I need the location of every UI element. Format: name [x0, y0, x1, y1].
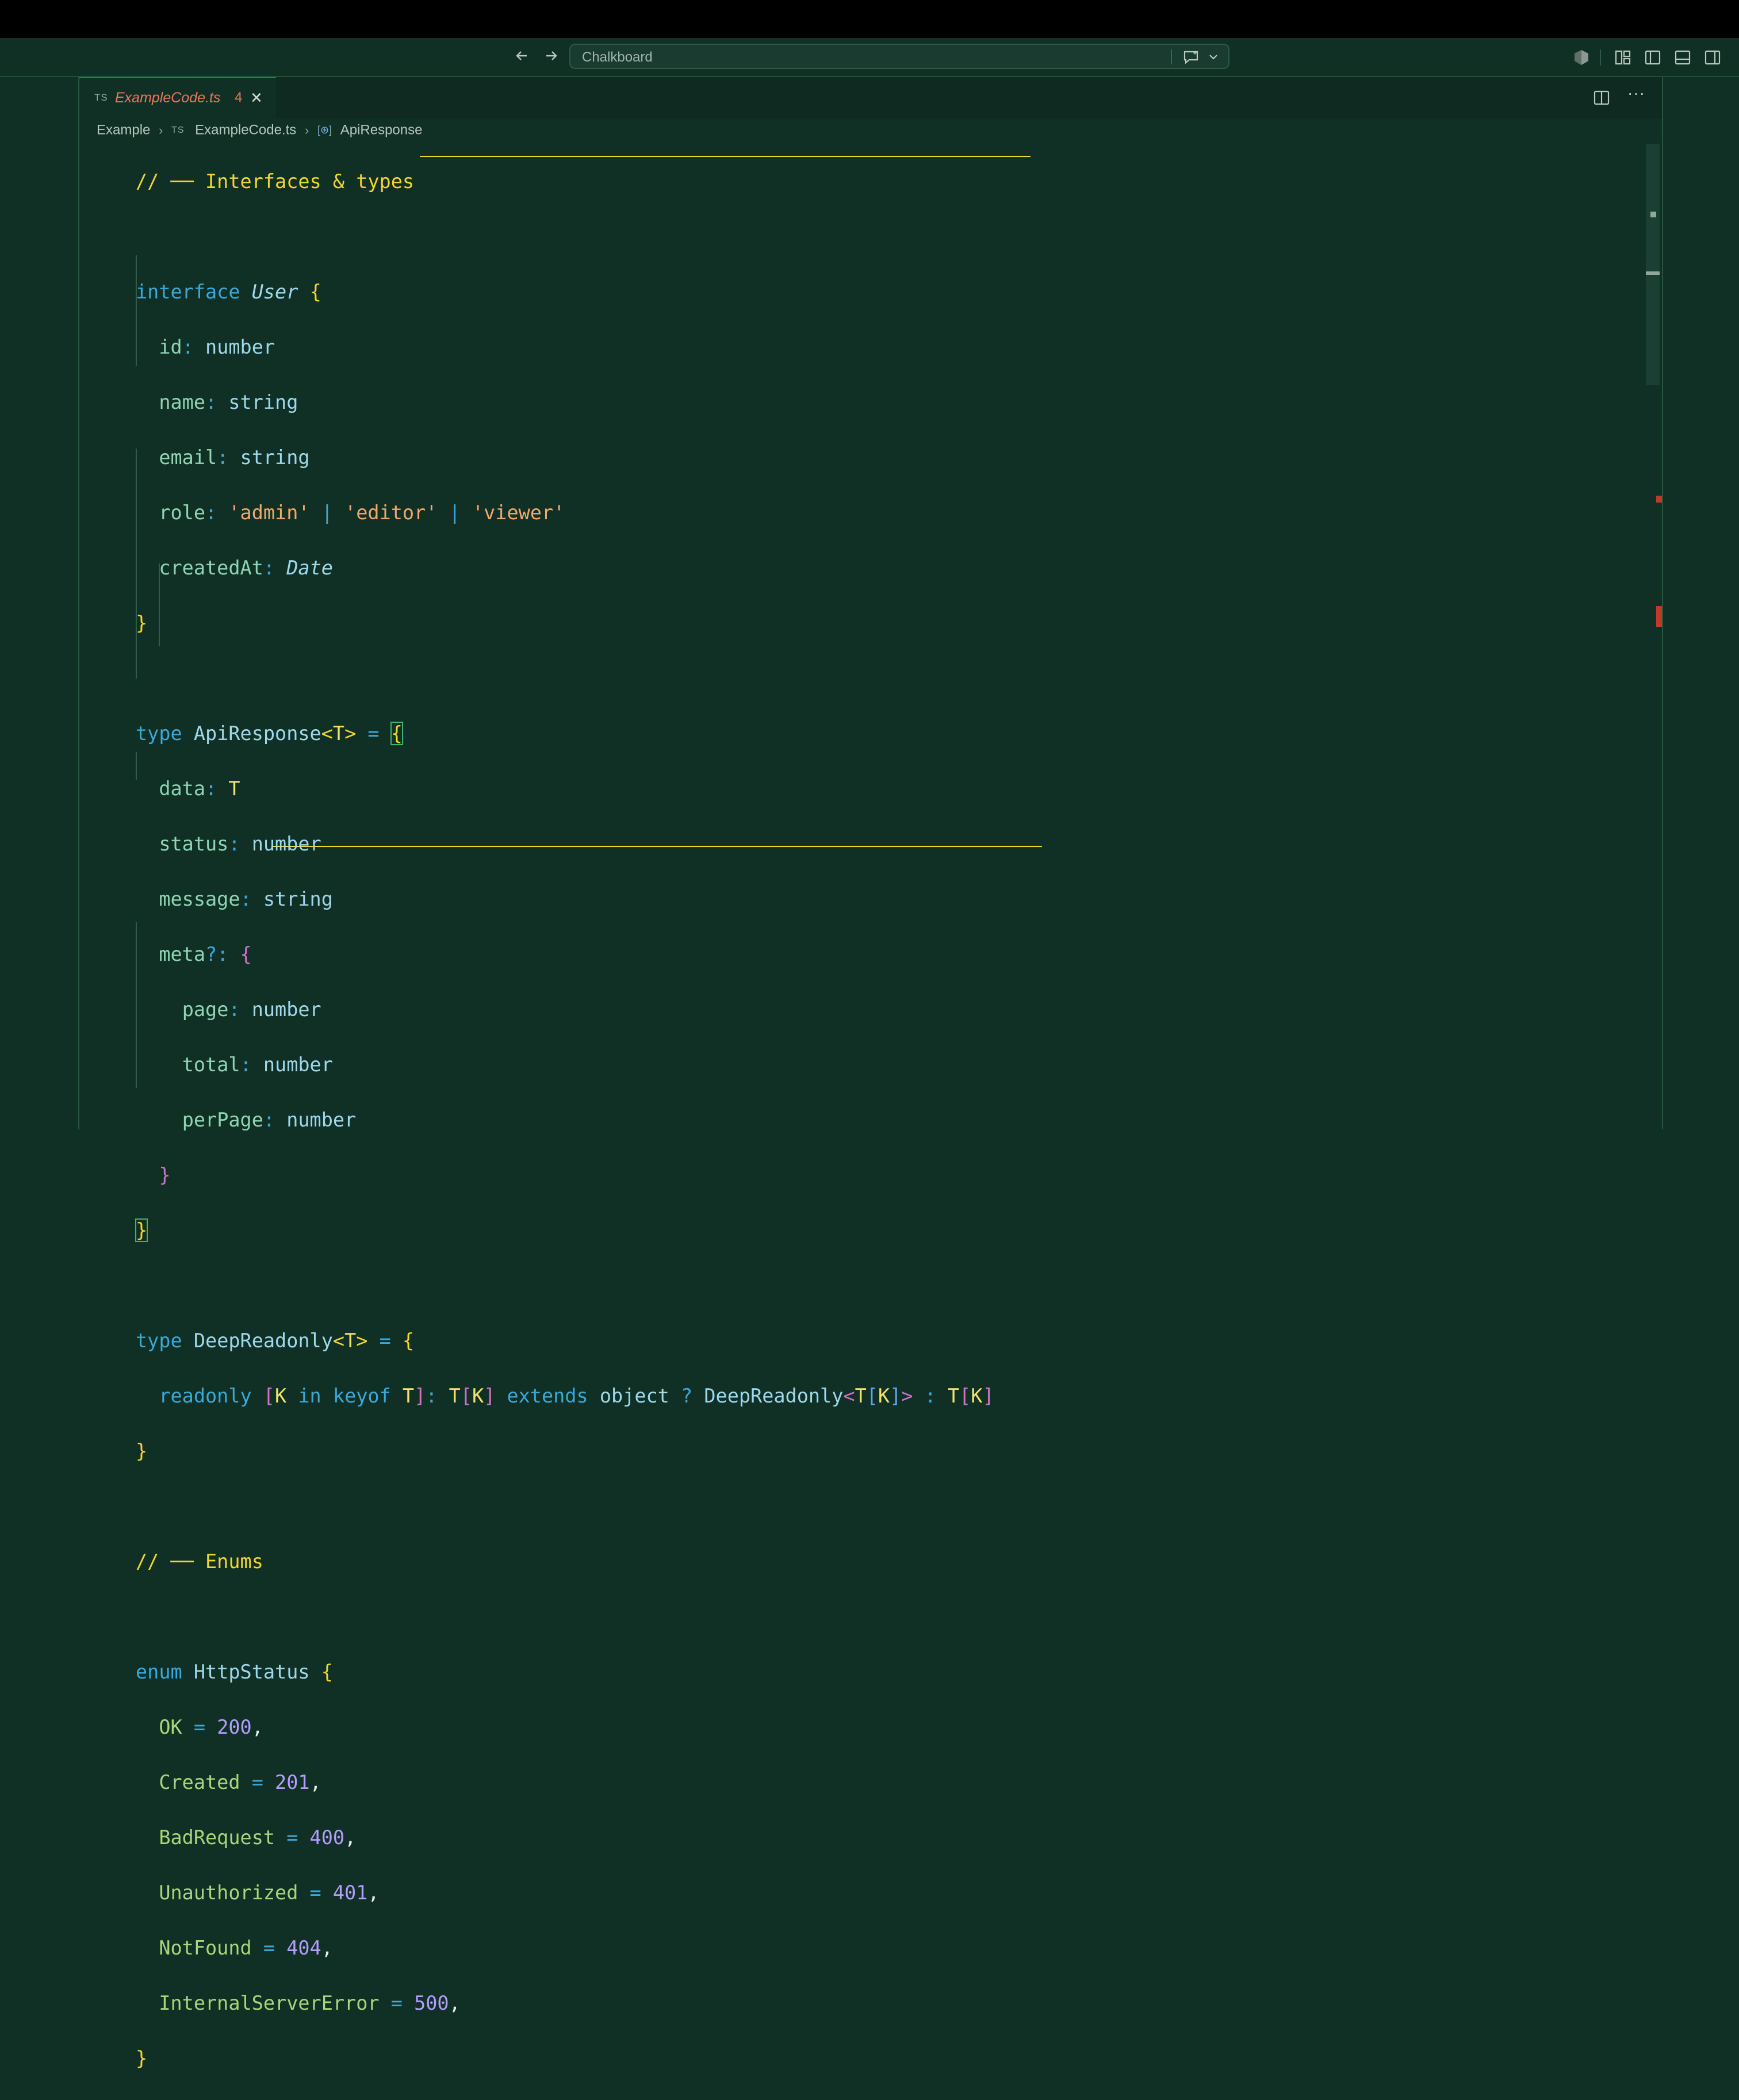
code-line: Unauthorized = 401, [159, 1881, 380, 1904]
breadcrumb-symbol[interactable]: ApiResponse [340, 122, 423, 138]
arrow-left-icon[interactable] [513, 47, 530, 69]
problem-count-badge: 4 [235, 90, 243, 105]
code-line: name: string [159, 391, 298, 413]
error-marker [1656, 496, 1662, 503]
toggle-panel-icon[interactable] [1673, 48, 1692, 67]
breadcrumb-folder[interactable]: Example [97, 122, 150, 138]
editor-border [1662, 77, 1663, 1129]
customize-layout-icon[interactable] [1614, 48, 1632, 67]
title-bar: Chalkboard [0, 38, 1739, 77]
code-line: type DeepReadonly<T> = { [136, 1329, 415, 1352]
copilot-chat-icon[interactable] [1181, 48, 1202, 66]
code-line: createdAt: Date [159, 557, 333, 579]
search-text: Chalkboard [582, 49, 653, 65]
tab-label: ExampleCode.ts [115, 90, 221, 106]
code-line: BadRequest = 400, [159, 1826, 357, 1849]
vertical-scrollbar[interactable] [1646, 144, 1660, 385]
code-line: } [159, 1164, 171, 1186]
code-line: // ── Interfaces & types [136, 170, 415, 193]
editor-border [78, 77, 79, 1129]
code-line: } [135, 1218, 148, 1242]
code-line: role: 'admin' | 'editor' | 'viewer' [159, 501, 565, 524]
more-actions-icon[interactable]: ··· [1627, 84, 1645, 102]
command-center-search[interactable]: Chalkboard [569, 44, 1229, 69]
toggle-secondary-sidebar-icon[interactable] [1703, 48, 1722, 67]
error-marker [1656, 606, 1662, 627]
typescript-file-icon: TS [171, 125, 185, 135]
code-line: meta?: { [159, 943, 252, 965]
breadcrumb-file[interactable]: ExampleCode.ts [195, 122, 296, 138]
code-line: } [136, 612, 148, 634]
typescript-file-icon: TS [94, 92, 108, 103]
minimap-cursor-marker [1646, 271, 1660, 275]
chevron-down-icon[interactable] [1206, 48, 1220, 66]
tab-examplecode[interactable]: TS ExampleCode.ts 4 × [79, 77, 276, 118]
code-line: message: string [159, 888, 333, 910]
code-line: page: number [182, 998, 321, 1021]
code-line: // ── Enums [136, 1550, 263, 1573]
symbol-type-icon: [⊛] [317, 124, 332, 136]
code-line: type ApiResponse<T> = { [136, 722, 403, 745]
chevron-right-icon: › [159, 122, 163, 137]
code-line: OK = 200, [159, 1716, 263, 1738]
code-line: enum HttpStatus { [136, 1661, 333, 1683]
code-editor[interactable]: // ── Interfaces & types interface User … [135, 140, 994, 2100]
code-line: data: T [159, 777, 240, 800]
accounts-shield-icon[interactable] [1572, 48, 1591, 67]
editor-tab-bar: TS ExampleCode.ts 4 × ··· [79, 77, 1662, 118]
minimap-marker [1650, 212, 1656, 217]
code-line: email: string [159, 446, 310, 469]
code-line: status: number [159, 833, 321, 855]
code-line: interface User { [136, 281, 321, 303]
code-line: NotFound = 404, [159, 1937, 333, 1959]
code-line: InternalServerError = 500, [159, 1992, 461, 2014]
code-line: total: number [182, 1053, 333, 1076]
divider [1600, 49, 1601, 66]
chevron-right-icon: › [304, 122, 309, 137]
close-icon[interactable]: × [251, 86, 262, 109]
top-system-bar [0, 0, 1739, 38]
code-line: id: number [159, 336, 275, 358]
code-line: } [136, 1440, 148, 1462]
code-line: Created = 201, [159, 1771, 321, 1794]
split-editor-icon[interactable] [1593, 90, 1610, 106]
code-line: perPage: number [182, 1109, 357, 1131]
code-line: readonly [K in keyof T]: T[K] extends ob… [159, 1385, 994, 1407]
code-line: } [136, 2047, 148, 2070]
breadcrumb: Example › TS ExampleCode.ts › [⊛] ApiRes… [97, 122, 422, 141]
arrow-right-icon[interactable] [543, 47, 560, 69]
toggle-primary-sidebar-icon[interactable] [1644, 48, 1662, 67]
divider [1171, 49, 1172, 64]
